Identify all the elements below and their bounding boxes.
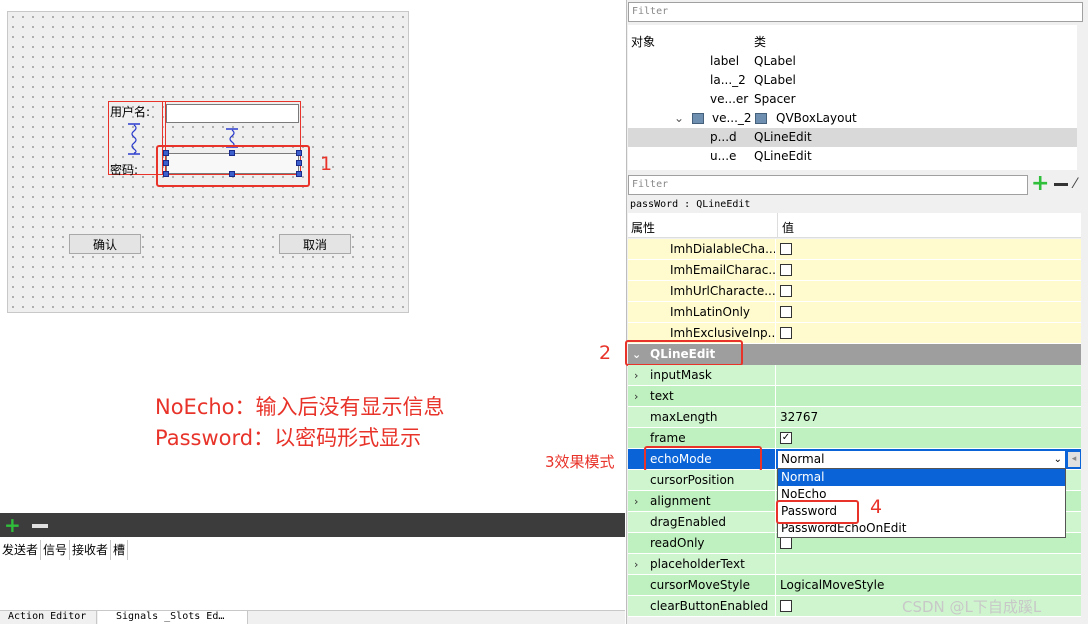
property-filter-input[interactable]: Filter	[628, 175, 1028, 195]
wrench-icon[interactable]: ⁄	[1074, 176, 1076, 192]
annotation-box-3	[644, 446, 762, 472]
tree-scrollbar[interactable]	[1077, 25, 1086, 170]
property-object-title: passWord : QLineEdit	[630, 199, 751, 210]
annotation-box-2	[625, 340, 743, 366]
vertical-spacer-icon[interactable]	[126, 123, 142, 155]
annotation-box-1	[156, 145, 310, 187]
property-row[interactable]: ImhDialableCha...	[628, 239, 1081, 260]
echo-mode-select[interactable]: Normal ⌄	[777, 450, 1066, 469]
checkbox[interactable]	[780, 242, 792, 255]
tree-row[interactable]: ve...er Spacer	[628, 90, 1083, 109]
echo-mode-value: Normal	[781, 452, 825, 466]
annotation-tag-2: 2	[599, 342, 612, 364]
header-receiver[interactable]: 接收者	[70, 540, 112, 560]
annotation-box-4	[776, 500, 859, 524]
watermark: CSDN @L下自成蹊L	[902, 598, 1042, 616]
col-class-header: 类	[754, 35, 767, 49]
annotation-tag-1: 1	[320, 153, 333, 175]
checkbox[interactable]	[780, 263, 792, 276]
tab-signals-slots[interactable]: Signals _Slots Ed…	[98, 611, 248, 624]
property-row[interactable]: ImhEmailCharac...	[628, 260, 1081, 281]
property-row[interactable]: › text	[628, 386, 1081, 407]
col-property-header: 属性	[631, 221, 656, 235]
checkbox[interactable]	[780, 284, 792, 297]
add-property-icon[interactable]: +	[1031, 172, 1049, 196]
checkbox[interactable]	[780, 326, 792, 339]
tab-action-editor[interactable]: Action Editor	[0, 611, 97, 624]
chevron-down-icon[interactable]: ⌄	[674, 109, 684, 128]
remove-property-icon[interactable]	[1054, 183, 1068, 186]
option-normal[interactable]: Normal	[778, 469, 1065, 486]
remove-icon[interactable]	[32, 524, 48, 528]
annotation-tag-3: 3效果模式	[545, 453, 615, 471]
cancel-button[interactable]: 取消	[279, 234, 351, 254]
chevron-down-icon[interactable]: ⌄	[1054, 451, 1062, 468]
property-row[interactable]: maxLength 32767	[628, 407, 1081, 428]
col-value-header: 值	[782, 221, 795, 235]
bottom-tab-bar: Action Editor Signals _Slots Ed…	[0, 610, 625, 624]
property-header: 属性 值	[628, 213, 1081, 238]
property-row[interactable]: cursorMoveStyle LogicalMoveStyle	[628, 575, 1081, 596]
confirm-button[interactable]: 确认	[69, 234, 141, 254]
tree-row[interactable]: la..._2 QLabel	[628, 71, 1083, 90]
layout-icon	[755, 113, 767, 124]
object-inspector-tree: 对象 类 label QLabel la..._2 QLabel ve...er Sp…	[628, 25, 1083, 170]
note-noecho: NoEcho：输入后没有显示信息	[155, 395, 445, 419]
password-label: 密码:	[110, 163, 139, 177]
property-row[interactable]: ImhLatinOnly	[628, 302, 1081, 323]
header-sender[interactable]: 发送者	[0, 540, 42, 560]
property-row[interactable]: › placeholderText	[628, 554, 1081, 575]
header-signal[interactable]: 信号	[41, 540, 71, 560]
note-password: Password：以密码形式显示	[155, 426, 422, 450]
property-row[interactable]: ImhUrlCharacte...	[628, 281, 1081, 302]
col-object-header: 对象	[631, 35, 656, 49]
property-row[interactable]: › inputMask	[628, 365, 1081, 386]
signals-toolbar: +	[0, 513, 625, 537]
annotation-tag-4: 4	[870, 496, 883, 518]
tree-row[interactable]: u...e QLineEdit	[628, 147, 1083, 166]
tree-row[interactable]: label QLabel	[628, 52, 1083, 71]
checkbox[interactable]	[780, 305, 792, 318]
add-icon[interactable]: +	[4, 515, 21, 535]
property-scrollbar[interactable]	[1081, 239, 1087, 624]
object-filter-input[interactable]: Filter	[628, 2, 1083, 22]
checkbox[interactable]	[780, 536, 792, 549]
tree-row-selected[interactable]: p...d QLineEdit	[628, 128, 1083, 147]
header-slot[interactable]: 槽	[111, 540, 129, 560]
reset-icon[interactable]: ◂	[1068, 452, 1080, 467]
signals-table-header: 发送者 信号 接收者 槽	[0, 540, 625, 560]
tree-row[interactable]: ⌄ ve..._2 QVBoxLayout	[628, 109, 1083, 128]
checkbox-checked[interactable]: ✓	[780, 431, 792, 444]
checkbox[interactable]	[780, 599, 792, 612]
layout-icon	[692, 113, 704, 124]
